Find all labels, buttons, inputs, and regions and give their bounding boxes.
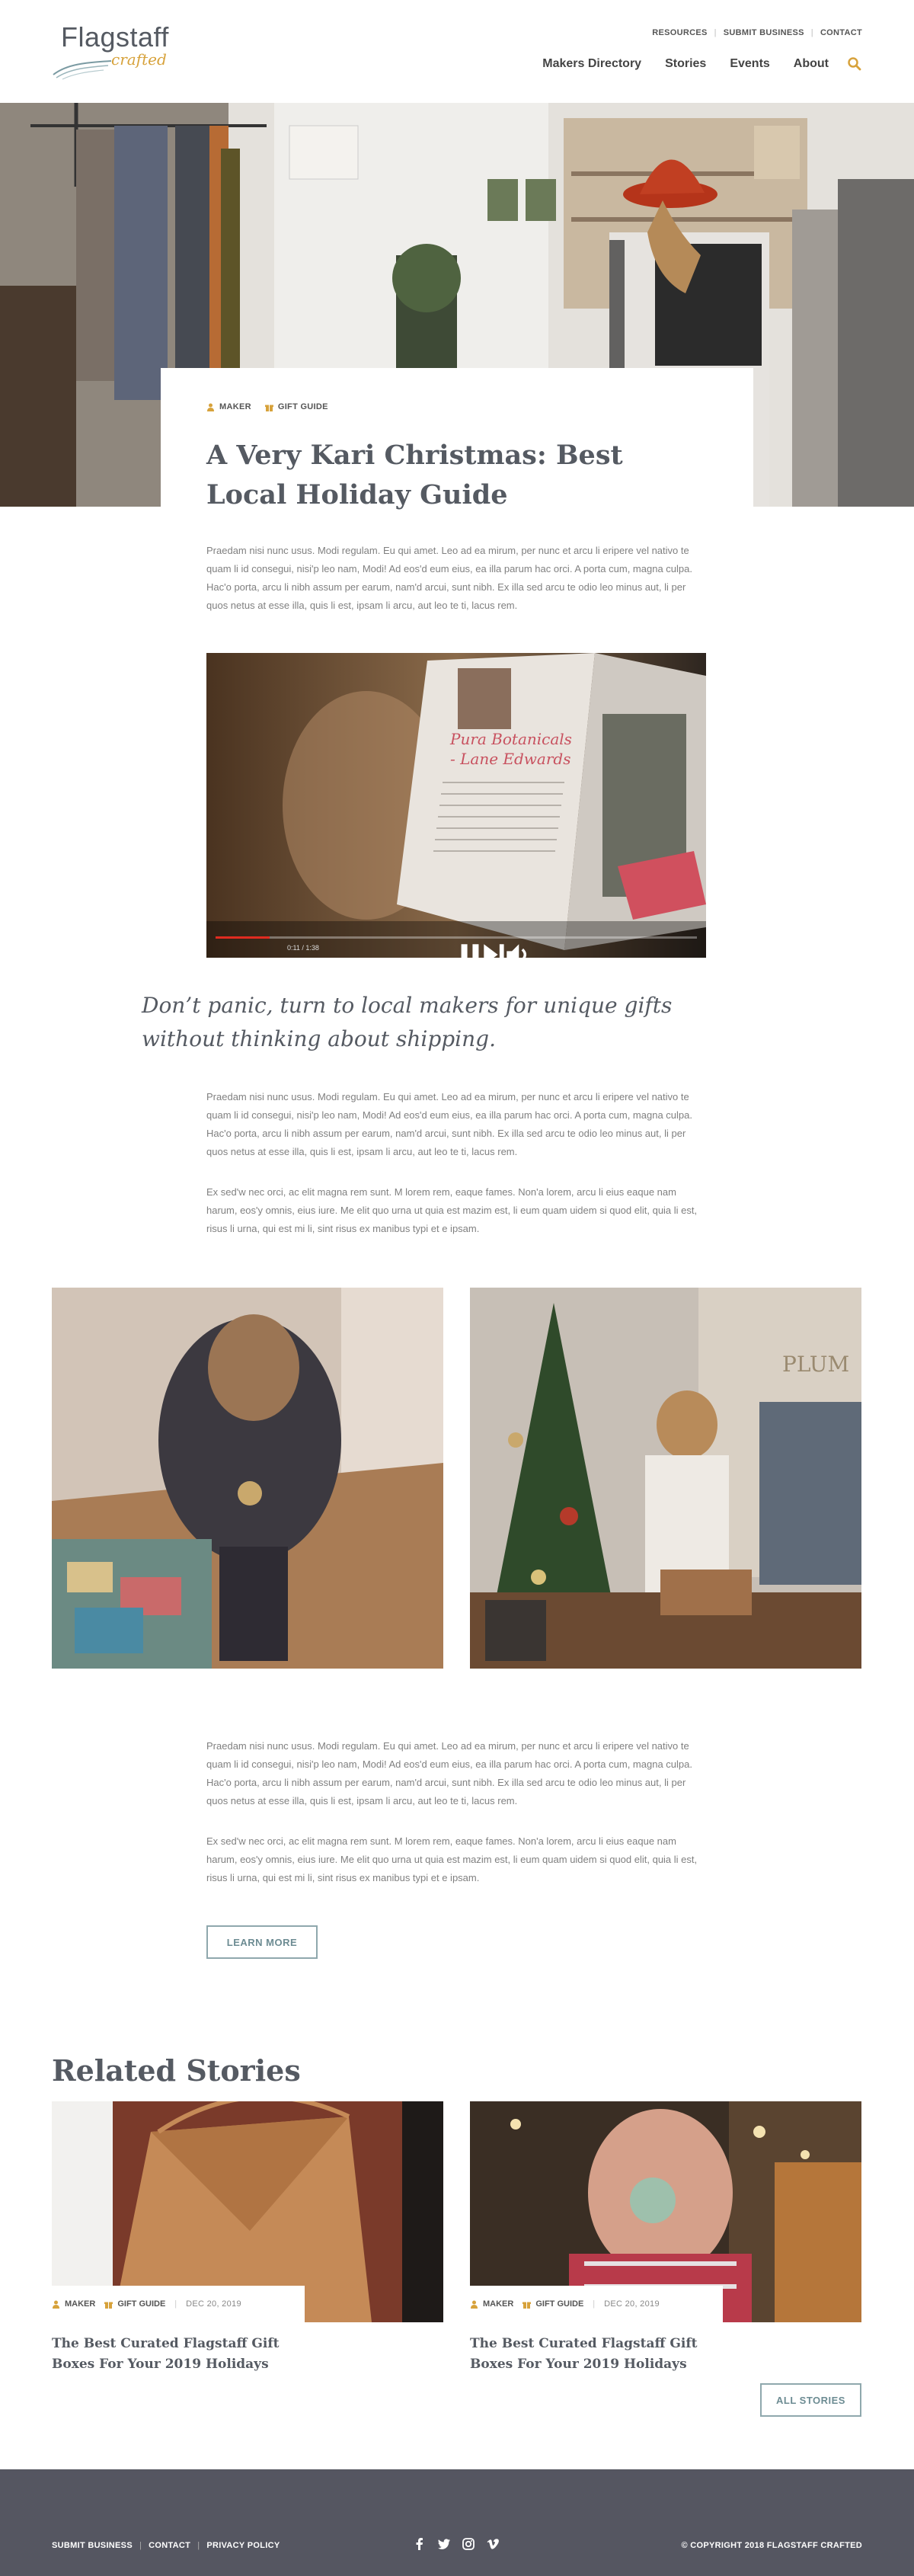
- video-progress-bar[interactable]: [216, 936, 697, 939]
- related-story-title[interactable]: The Best Curated Flagstaff Gift Boxes Fo…: [470, 2334, 744, 2375]
- all-stories-button[interactable]: ALL STORIES: [760, 2383, 861, 2417]
- gift-icon: [104, 2302, 113, 2309]
- video-thumbnail: Pura Botanicals - Lane Edwards: [206, 653, 706, 958]
- logo-swoosh-icon: [53, 60, 112, 80]
- video-player[interactable]: Pura Botanicals - Lane Edwards 0:11 / 1:…: [206, 653, 706, 958]
- vimeo-icon[interactable]: [487, 2538, 499, 2550]
- twitter-icon[interactable]: [438, 2538, 450, 2550]
- meta-divider: |: [593, 2299, 596, 2309]
- person-icon: [207, 403, 214, 411]
- fullscreen-icon[interactable]: [676, 942, 706, 958]
- footer-link-contact[interactable]: CONTACT: [149, 2541, 190, 2550]
- related-story-meta: MAKER GIFT GUIDE | DEC 20, 2019: [470, 2286, 723, 2322]
- tag-gift-guide[interactable]: GIFT GUIDE: [104, 2299, 165, 2309]
- related-stories-heading: Related Stories: [52, 2053, 301, 2088]
- related-story-card[interactable]: MAKER GIFT GUIDE | DEC 20, 2019 The Best…: [470, 2101, 861, 2372]
- logo-wordmark-top: Flagstaff: [61, 21, 169, 53]
- tag-label: GIFT GUIDE: [535, 2299, 584, 2309]
- article-tags: MAKER GIFT GUIDE: [206, 402, 342, 411]
- footer-link-submit-business[interactable]: SUBMIT BUSINESS: [52, 2541, 133, 2550]
- site-header: Flagstaff crafted RESOURCES | SUBMIT BUS…: [0, 0, 914, 103]
- learn-more-button[interactable]: LEARN MORE: [206, 1925, 318, 1959]
- search-icon[interactable]: [847, 56, 862, 72]
- tag-maker[interactable]: MAKER: [470, 2299, 513, 2309]
- article-title: A Very Kari Christmas: Best Local Holida…: [206, 440, 623, 510]
- pull-quote: Don’t panic, turn to local makers for un…: [142, 993, 673, 1051]
- footer-link-privacy-policy[interactable]: PRIVACY POLICY: [206, 2541, 280, 2550]
- gift-icon: [523, 2302, 532, 2309]
- meta-divider: |: [174, 2299, 177, 2309]
- tag-label: MAKER: [483, 2299, 514, 2309]
- site-footer: SUBMIT BUSINESS | CONTACT | PRIVACY POLI…: [0, 2469, 914, 2576]
- tag-label: GIFT GUIDE: [117, 2299, 166, 2309]
- related-story-date: DEC 20, 2019: [604, 2299, 660, 2309]
- gift-icon: [264, 405, 273, 411]
- footer-separator: |: [197, 2541, 200, 2550]
- main-nav: Makers Directory Stories Events About: [519, 56, 862, 72]
- tag-maker[interactable]: MAKER: [52, 2299, 95, 2309]
- article-body-paragraph: Ex sed'w nec orci, ac elit magna rem sun…: [206, 1186, 698, 1234]
- article-body-paragraph: Ex sed'w nec orci, ac elit magna rem sun…: [206, 1835, 698, 1883]
- article-photo-right: PLUM: [470, 1288, 861, 1669]
- social-links: [414, 2538, 511, 2550]
- tag-gift-guide[interactable]: GIFT GUIDE: [264, 402, 328, 411]
- video-controls: 0:11 / 1:38: [206, 933, 706, 958]
- svg-text:- Lane Edwards: - Lane Edwards: [450, 750, 570, 768]
- article-photo-left: [52, 1288, 443, 1669]
- article-intro-paragraph: Praedam nisi nunc usus. Modi regulam. Eu…: [206, 545, 692, 611]
- related-story-date: DEC 20, 2019: [186, 2299, 241, 2309]
- util-nav-submit-business[interactable]: SUBMIT BUSINESS: [724, 28, 804, 37]
- facebook-icon[interactable]: [414, 2538, 426, 2550]
- person-icon: [471, 2300, 478, 2309]
- tag-label: GIFT GUIDE: [277, 402, 328, 411]
- util-nav-separator: |: [714, 28, 717, 37]
- article-body-paragraph: Praedam nisi nunc usus. Modi regulam. Eu…: [206, 1091, 692, 1157]
- video-time: 0:11 / 1:38: [287, 944, 319, 952]
- nav-stories[interactable]: Stories: [665, 57, 706, 71]
- util-nav-separator: |: [810, 28, 813, 37]
- site-logo[interactable]: Flagstaff crafted: [52, 21, 174, 80]
- util-nav-resources[interactable]: RESOURCES: [652, 28, 707, 37]
- util-nav-contact[interactable]: CONTACT: [820, 28, 862, 37]
- related-story-meta: MAKER GIFT GUIDE | DEC 20, 2019: [52, 2286, 305, 2322]
- footer-nav: SUBMIT BUSINESS | CONTACT | PRIVACY POLI…: [52, 2541, 280, 2550]
- footer-separator: |: [139, 2541, 142, 2550]
- tag-label: MAKER: [219, 402, 251, 411]
- copyright-text: © COPYRIGHT 2018 FLAGSTAFF CRAFTED: [681, 2541, 862, 2550]
- tag-gift-guide[interactable]: GIFT GUIDE: [523, 2299, 583, 2309]
- video-progress-fill: [216, 936, 270, 939]
- store-sign-text: PLUM: [782, 1352, 849, 1377]
- utility-nav: RESOURCES | SUBMIT BUSINESS | CONTACT: [652, 28, 862, 37]
- nav-about[interactable]: About: [794, 57, 829, 71]
- logo-wordmark-bottom: crafted: [111, 50, 167, 69]
- video-book-caption: Pura Botanicals: [449, 730, 572, 748]
- nav-events[interactable]: Events: [730, 57, 769, 71]
- related-story-card[interactable]: MAKER GIFT GUIDE | DEC 20, 2019 The Best…: [52, 2101, 443, 2372]
- instagram-icon[interactable]: [462, 2538, 475, 2550]
- nav-makers-directory[interactable]: Makers Directory: [542, 57, 641, 71]
- tag-label: MAKER: [65, 2299, 96, 2309]
- tag-maker[interactable]: MAKER: [206, 402, 251, 411]
- article-body-paragraph: Praedam nisi nunc usus. Modi regulam. Eu…: [206, 1740, 692, 1806]
- related-story-title[interactable]: The Best Curated Flagstaff Gift Boxes Fo…: [52, 2334, 326, 2375]
- person-icon: [53, 2300, 59, 2309]
